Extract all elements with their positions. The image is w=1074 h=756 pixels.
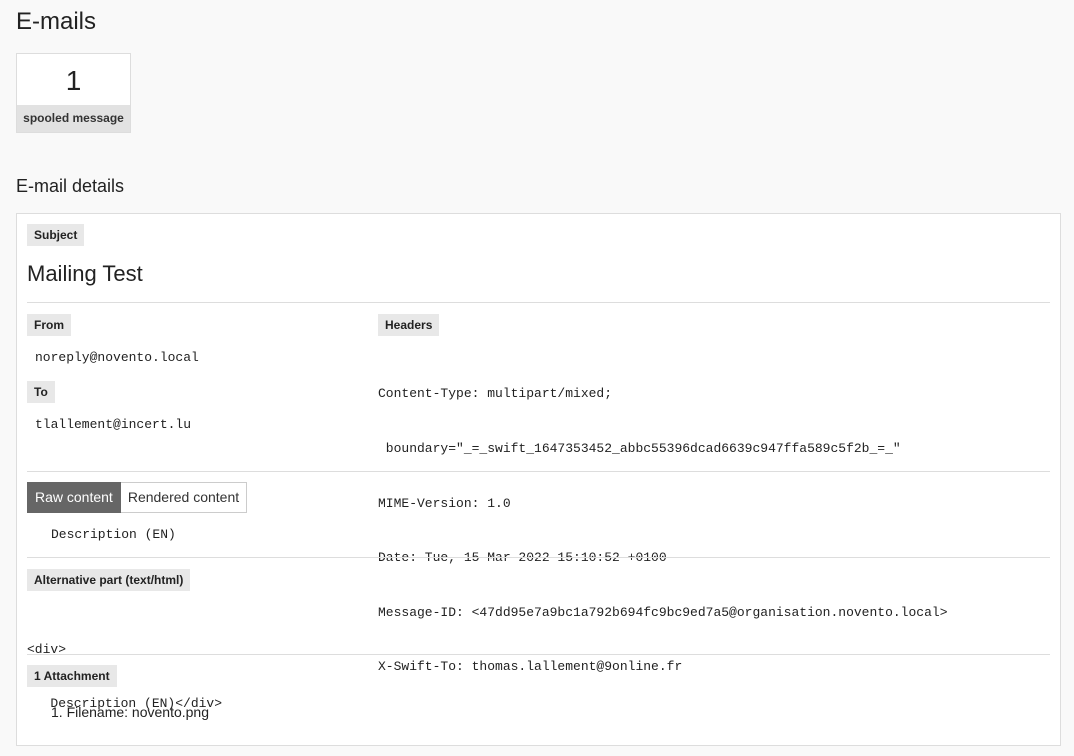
attachment-filename: Filename: novento.png	[66, 704, 210, 720]
header-line: X-Swift-To: thomas.lallement@9online.fr	[378, 659, 683, 675]
to-address: tlallement@incert.lu	[35, 417, 192, 432]
subject-label: Subject	[27, 224, 85, 246]
email-subject: Mailing Test	[27, 261, 143, 286]
header-line: MIME-Version: 1.0	[378, 495, 511, 511]
tab-rendered-content[interactable]: Rendered content	[120, 482, 248, 513]
email-details-panel: Subject Mailing Test From noreply@novent…	[16, 213, 1061, 746]
header-line: boundary="_=_swift_1647353452_abbc55396d…	[378, 441, 901, 457]
header-line: Content-Type: multipart/mixed;	[378, 386, 613, 402]
header-line: Message-ID: <47dd95e7a9bc1a792b694fc9bc9…	[378, 604, 948, 620]
attachments-list: 1. Filename: novento.png	[51, 704, 209, 720]
attachment-index: 1.	[51, 704, 63, 720]
spooled-message-count: 1	[65, 65, 82, 96]
raw-content-body: Description (EN)	[51, 527, 176, 542]
tab-raw-content[interactable]: Raw content	[27, 482, 121, 513]
divider	[27, 654, 1050, 655]
divider	[27, 557, 1050, 558]
attachments-label: 1 Attachment	[27, 665, 117, 687]
email-details-title: E-mail details	[16, 176, 125, 196]
email-headers: Content-Type: multipart/mixed; boundary=…	[378, 349, 948, 713]
page-title: E-mails	[16, 8, 97, 35]
headers-label: Headers	[378, 314, 440, 336]
attachment-item: 1. Filename: novento.png	[51, 704, 209, 720]
spooled-message-counter: 1 spooled message	[16, 53, 131, 133]
divider	[27, 302, 1050, 303]
content-tabs: Raw content Rendered content	[27, 482, 248, 513]
spooled-message-label: spooled message	[17, 105, 130, 132]
header-line: Date: Tue, 15 Mar 2022 15:10:52 +0100	[378, 550, 667, 566]
alternative-part-line: <div>	[27, 642, 67, 657]
divider	[27, 471, 1050, 472]
from-label: From	[27, 314, 71, 336]
to-label: To	[27, 381, 55, 403]
alternative-part-label: Alternative part (text/html)	[27, 569, 191, 591]
from-address: noreply@novento.local	[35, 350, 199, 365]
